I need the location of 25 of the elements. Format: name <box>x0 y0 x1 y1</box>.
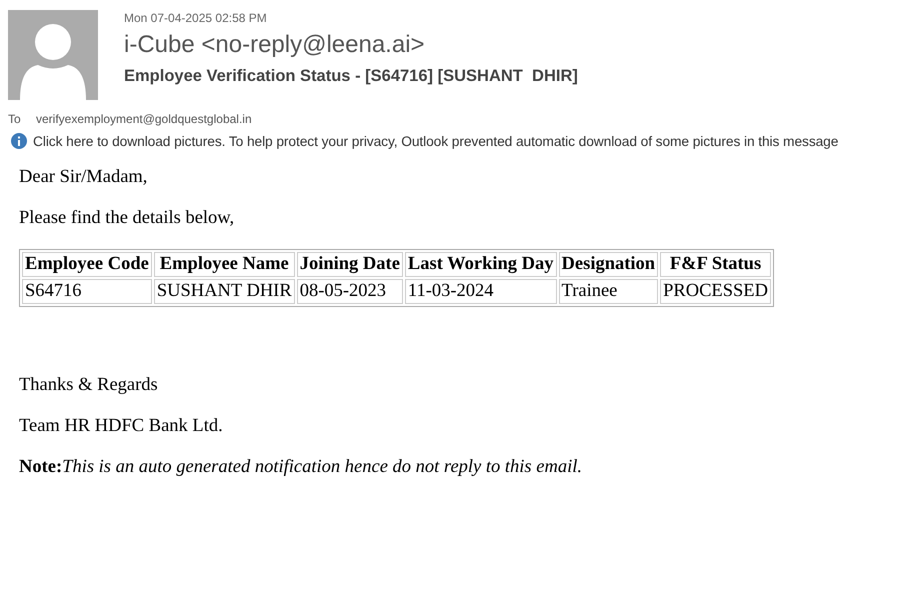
closing-text: Thanks & Regards <box>19 375 159 396</box>
recipient-address: verifyexemployment@goldquestglobal.in <box>36 112 252 126</box>
table-cell: S64716 <box>22 279 152 304</box>
download-pictures-link[interactable]: Click here to download pictures. To help protect your privacy, Outlook prevented automatic download of some pictures in this message <box>33 134 838 148</box>
table-cell: PROCESSED <box>660 279 771 304</box>
table-cell: Trainee <box>558 279 658 304</box>
column-header: Employee Code <box>22 252 152 277</box>
team-signature: Team HR HDFC Bank Ltd. <box>19 416 224 437</box>
subject-line: Employee Verification Status - [S64716] [SUSHANT DHIR] <box>124 67 578 86</box>
to-label: To <box>8 112 22 126</box>
sent-date: Mon 07-04-2025 02:58 PM <box>124 11 268 25</box>
intro-text: Please find the details below, <box>19 208 236 229</box>
column-header: Designation <box>558 252 658 277</box>
column-header: Last Working Day <box>404 252 557 277</box>
note-text: Note:This is an auto generated notification hence do not reply to this email. <box>19 457 583 478</box>
table-cell: SUSHANT DHIR <box>154 279 295 304</box>
greeting-text: Dear Sir/Madam, <box>19 167 148 188</box>
info-icon <box>11 133 27 149</box>
column-header: F&F Status <box>660 252 771 277</box>
column-header: Employee Name <box>154 252 295 277</box>
column-header: Joining Date <box>296 252 403 277</box>
avatar-icon <box>8 10 98 100</box>
sender-name: i-Cube <no-reply@leena.ai> <box>124 31 426 59</box>
table-cell: 08-05-2023 <box>296 279 403 304</box>
table-cell: 11-03-2024 <box>404 279 557 304</box>
